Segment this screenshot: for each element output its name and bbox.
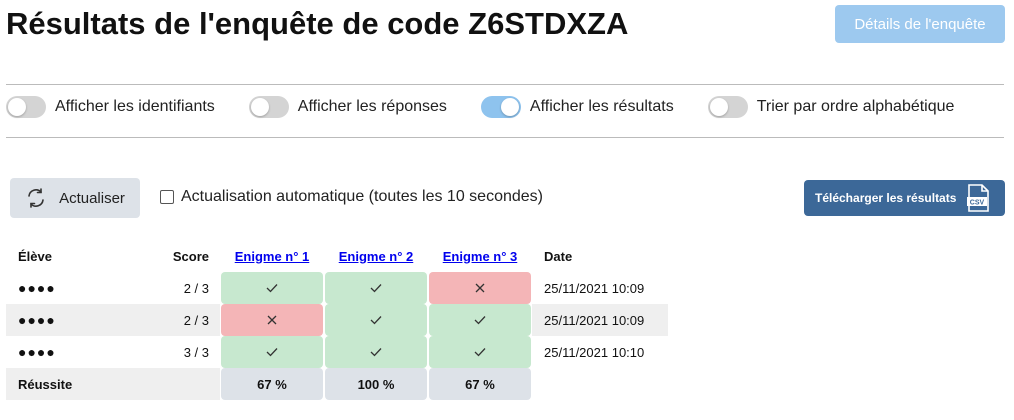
toggle-bar: Afficher les identifiants Afficher les r… <box>6 96 988 118</box>
divider <box>6 84 1004 85</box>
result-cell <box>221 336 323 368</box>
page-title: Résultats de l'enquête de code Z6STDXZA <box>6 6 629 41</box>
success-label: Réussite <box>6 368 154 400</box>
date: 25/11/2021 10:09 <box>544 280 645 296</box>
student-name: ●●●● <box>18 344 56 360</box>
result-cell <box>221 304 323 336</box>
enigma-3-link[interactable]: Enigme n° 3 <box>443 249 518 264</box>
header-score: Score <box>172 248 209 264</box>
download-label: Télécharger les résultats <box>815 191 957 205</box>
toggle-label: Afficher les identifiants <box>55 98 215 115</box>
enigma-2-link[interactable]: Enigme n° 2 <box>339 249 414 264</box>
switch[interactable] <box>6 96 46 118</box>
check-icon <box>370 315 382 325</box>
date: 25/11/2021 10:09 <box>532 304 668 336</box>
enigma-1-link[interactable]: Enigme n° 1 <box>235 249 310 264</box>
table-row: ●●●● 2 / 3 25/11/2021 10:09 <box>6 304 668 336</box>
toggle-label: Afficher les résultats <box>529 98 674 115</box>
score: 2 / 3 <box>183 280 209 296</box>
toggle-sort-alpha[interactable]: Trier par ordre alphabétique <box>707 96 955 118</box>
header-enigma-3: Enigme n° 3 <box>428 240 532 272</box>
switch[interactable] <box>707 96 748 118</box>
result-cell <box>325 272 427 304</box>
header-student: Élève <box>18 248 52 264</box>
table-row: ●●●● 2 / 3 25/11/2021 10:09 <box>6 272 668 304</box>
table-row: ●●●● 3 / 3 25/11/2021 10:10 <box>6 336 668 368</box>
auto-refresh-checkbox[interactable] <box>160 190 174 204</box>
check-icon <box>266 283 278 293</box>
toggle-show-results[interactable]: Afficher les résultats <box>480 96 674 118</box>
score: 2 / 3 <box>154 304 220 336</box>
auto-refresh: Actualisation automatique (toutes les 10… <box>160 188 543 206</box>
result-cell <box>429 272 531 304</box>
toggle-label: Afficher les réponses <box>297 98 447 115</box>
toggle-show-answers[interactable]: Afficher les réponses <box>248 96 447 118</box>
auto-refresh-label: Actualisation automatique (toutes les 10… <box>181 188 543 205</box>
cross-icon <box>267 315 277 325</box>
success-rate: 100 % <box>325 368 427 400</box>
student-name: ●●●● <box>18 280 56 296</box>
toggle-show-ids[interactable]: Afficher les identifiants <box>6 96 215 118</box>
results-table: Élève Score Enigme n° 1 Enigme n° 2 Enig… <box>6 240 668 400</box>
result-cell <box>325 336 427 368</box>
refresh-label: Actualiser <box>59 189 125 207</box>
score: 3 / 3 <box>183 344 209 360</box>
result-cell <box>221 272 323 304</box>
survey-details-button[interactable]: Détails de l'enquête <box>835 5 1005 43</box>
check-icon <box>370 347 382 357</box>
download-results-button[interactable]: Télécharger les résultats CSV <box>804 180 1005 216</box>
refresh-button[interactable]: Actualiser <box>10 178 140 218</box>
date: 25/11/2021 10:10 <box>544 344 645 360</box>
check-icon <box>474 315 486 325</box>
refresh-icon <box>28 188 44 208</box>
result-cell <box>325 304 427 336</box>
success-rate: 67 % <box>429 368 531 400</box>
result-cell <box>429 336 531 368</box>
switch[interactable] <box>480 96 521 118</box>
switch[interactable] <box>248 96 289 118</box>
csv-file-icon: CSV <box>967 184 990 212</box>
student-name: ●●●● <box>6 304 154 336</box>
result-cell <box>429 304 531 336</box>
svg-text:CSV: CSV <box>970 200 985 207</box>
check-icon <box>266 347 278 357</box>
toggle-label: Trier par ordre alphabétique <box>756 98 955 115</box>
table-footer: Réussite 67 % 100 % 67 % <box>6 368 668 400</box>
header-enigma-2: Enigme n° 2 <box>324 240 428 272</box>
check-icon <box>474 347 486 357</box>
header-enigma-1: Enigme n° 1 <box>220 240 324 272</box>
check-icon <box>370 283 382 293</box>
header-date: Date <box>544 248 573 264</box>
divider <box>6 137 1004 138</box>
table-header: Élève Score Enigme n° 1 Enigme n° 2 Enig… <box>6 240 668 272</box>
success-rate: 67 % <box>221 368 323 400</box>
cross-icon <box>475 283 485 293</box>
